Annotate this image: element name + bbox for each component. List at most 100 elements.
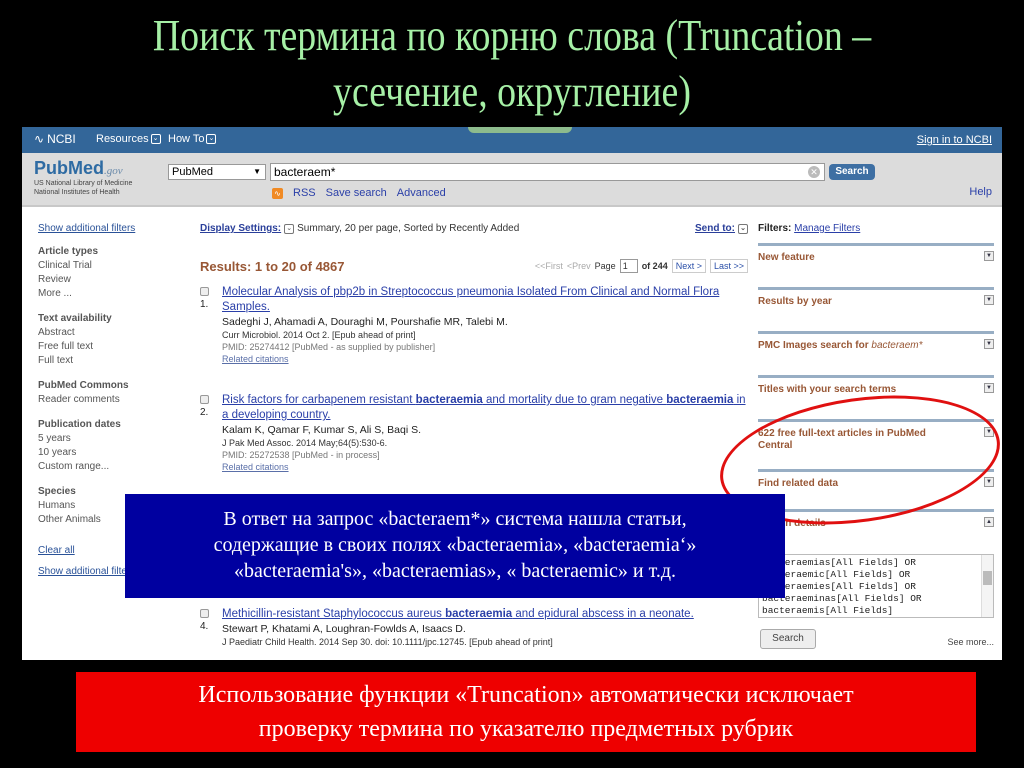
- rss-link[interactable]: RSS: [293, 187, 316, 199]
- send-to-menu[interactable]: Send to: ⌄: [695, 223, 748, 234]
- results-count: Results: 1 to 20 of 4867: [200, 259, 345, 274]
- filter-group: Publication dates 5 years 10 years Custom r…: [38, 417, 198, 474]
- manage-filters-link[interactable]: Manage Filters: [794, 223, 860, 234]
- database-value: PubMed: [172, 166, 213, 178]
- highlighted-term: bacteraemia: [445, 608, 513, 620]
- slide-title-line2: усечение, округление): [333, 67, 691, 116]
- collapse-icon[interactable]: ▲: [984, 517, 994, 527]
- result-checkbox[interactable]: [200, 395, 209, 404]
- howto-menu[interactable]: How To ⌄: [168, 133, 217, 145]
- result-title-link[interactable]: Methicillin-resistant Staphylococcus aur…: [222, 607, 750, 622]
- show-additional-filters-link[interactable]: Show additional filters: [38, 223, 198, 234]
- resources-label: Resources: [96, 133, 149, 145]
- filter-item[interactable]: Free full text: [38, 340, 198, 354]
- pubmed-logo-gov: .gov: [104, 165, 123, 177]
- chevron-down-icon: ⌄: [206, 134, 217, 144]
- first-page-link[interactable]: <<First: [535, 261, 563, 271]
- sidebar-portlet: New feature ▼: [758, 243, 994, 264]
- expand-icon[interactable]: ▼: [984, 339, 994, 349]
- filter-item[interactable]: Reader comments: [38, 393, 198, 407]
- expand-icon[interactable]: ▼: [984, 251, 994, 261]
- help-link[interactable]: Help: [969, 186, 992, 198]
- filter-item[interactable]: 5 years: [38, 432, 198, 446]
- search-details-line: bacteraemias[All Fields] OR: [762, 557, 916, 568]
- filter-item[interactable]: Clinical Trial: [38, 259, 198, 273]
- clear-search-icon[interactable]: ✕: [808, 166, 820, 178]
- result-journal: Curr Microbiol. 2014 Oct 2. [Epub ahead …: [222, 330, 416, 340]
- scrollbar-thumb[interactable]: [983, 571, 992, 585]
- result-checkbox[interactable]: [200, 609, 209, 618]
- search-input[interactable]: bacteraem* ✕: [270, 163, 825, 181]
- filter-item[interactable]: Review: [38, 273, 198, 287]
- filter-item[interactable]: Full text: [38, 354, 198, 368]
- expand-icon[interactable]: ▼: [984, 477, 994, 487]
- result-title-link[interactable]: Risk factors for carbapenem resistant ba…: [222, 393, 750, 423]
- chevron-down-icon: ⌄: [150, 134, 161, 144]
- filter-item[interactable]: 10 years: [38, 446, 198, 460]
- filter-item[interactable]: Custom range...: [38, 460, 198, 474]
- slide-title: Поиск термина по корню слова (Truncation…: [72, 8, 953, 120]
- chevron-down-icon[interactable]: ⌄: [284, 223, 295, 234]
- right-sidebar: Filters: Manage Filters New feature ▼ Res…: [758, 223, 994, 649]
- sidebar-portlet: Titles with your search terms ▼: [758, 375, 994, 396]
- result-pmid: PMID: 25272538 [PubMed - in process]: [222, 450, 380, 460]
- portlet-title[interactable]: Results by year: [758, 290, 958, 308]
- dropdown-arrow-icon: ▼: [253, 167, 261, 176]
- results-column: Display Settings: ⌄ Summary, 20 per page…: [200, 223, 748, 647]
- filter-group-title: Publication dates: [38, 419, 121, 430]
- filter-item[interactable]: Abstract: [38, 326, 198, 340]
- database-select[interactable]: PubMed ▼: [168, 164, 266, 180]
- red-callout-line: проверку термина по указателю предметных…: [258, 716, 794, 742]
- filter-group-title: PubMed Commons: [38, 380, 129, 391]
- sidebar-portlet: PMC Images search for bacteraem* ▼: [758, 331, 994, 352]
- save-search-link[interactable]: Save search: [326, 187, 387, 199]
- expand-icon[interactable]: ▼: [984, 295, 994, 305]
- result-authors: Stewart P, Khatami A, Loughran-Fowlds A,…: [222, 623, 466, 635]
- next-page-button[interactable]: Next >: [671, 259, 706, 273]
- portlet-title[interactable]: Titles with your search terms: [758, 378, 958, 396]
- search-button[interactable]: Search: [829, 164, 875, 180]
- search-area: PubMed.gov US National Library of Medici…: [22, 153, 1002, 207]
- display-settings-link[interactable]: Display Settings:: [200, 223, 281, 234]
- search-details-line: bacteraeminas[All Fields] OR: [762, 593, 922, 604]
- result-body: Methicillin-resistant Staphylococcus aur…: [222, 607, 750, 648]
- portlet-title[interactable]: New feature: [758, 246, 958, 264]
- result-authors: Sadeghi J, Ahamadi A, Douraghi M, Poursh…: [222, 316, 508, 328]
- ncbi-logo[interactable]: ∿ NCBI: [34, 132, 76, 146]
- title-text: and epidural abscess in a neonate.: [512, 608, 694, 620]
- sign-in-link[interactable]: Sign in to NCBI: [917, 134, 992, 146]
- details-search-button[interactable]: Search: [760, 629, 816, 649]
- title-text: Risk factors for carbapenem resistant: [222, 394, 416, 406]
- result-title-link[interactable]: Molecular Analysis of pbp2b in Streptoco…: [222, 285, 750, 315]
- related-citations-link[interactable]: Related citations: [222, 353, 750, 365]
- search-term-value: bacteraem*: [274, 165, 336, 179]
- expand-icon[interactable]: ▼: [984, 383, 994, 393]
- slide-title-line1: Поиск термина по корню слова (Truncation…: [152, 11, 872, 60]
- search-details-line: bacteraemies[All Fields] OR: [762, 581, 916, 592]
- search-details-textarea[interactable]: bacteraemias[All Fields] OR bacteraemic[A…: [758, 554, 994, 618]
- display-settings-bar: Display Settings: ⌄ Summary, 20 per page…: [200, 223, 748, 234]
- filter-group: PubMed Commons Reader comments: [38, 378, 198, 407]
- display-settings-value: Summary, 20 per page, Sorted by Recently…: [297, 223, 520, 234]
- page-number-input[interactable]: 1: [619, 259, 638, 273]
- pmc-search-term: bacteraem*: [871, 340, 923, 351]
- last-page-button[interactable]: Last >>: [709, 259, 748, 273]
- related-citations-link[interactable]: Related citations: [222, 461, 750, 473]
- result-checkbox[interactable]: [200, 287, 209, 296]
- textarea-scrollbar[interactable]: [981, 555, 993, 617]
- result-journal: J Pak Med Assoc. 2014 May;64(5):530-6.: [222, 438, 388, 448]
- page-total: of 244: [641, 261, 668, 271]
- portlet-title[interactable]: PMC Images search for bacteraem*: [758, 334, 958, 352]
- resources-menu[interactable]: Resources ⌄: [96, 133, 161, 145]
- advanced-search-link[interactable]: Advanced: [397, 187, 446, 199]
- filter-item[interactable]: More ...: [38, 287, 198, 301]
- prev-page-link[interactable]: <Prev: [567, 261, 591, 271]
- page-label: Page: [594, 261, 616, 271]
- see-more-link[interactable]: See more...: [947, 637, 994, 647]
- blue-callout-line: «bacteraemia's», «bacteraemias», « bacte…: [233, 560, 677, 582]
- pubmed-logo[interactable]: PubMed.gov US National Library of Medici…: [34, 158, 132, 197]
- filter-group: Text availability Abstract Free full text F…: [38, 311, 198, 368]
- howto-label: How To: [168, 133, 205, 145]
- blue-callout-line: В ответ на запрос «bacteraem*» система н…: [223, 508, 687, 530]
- filter-group: Article types Clinical Trial Review More ..…: [38, 244, 198, 301]
